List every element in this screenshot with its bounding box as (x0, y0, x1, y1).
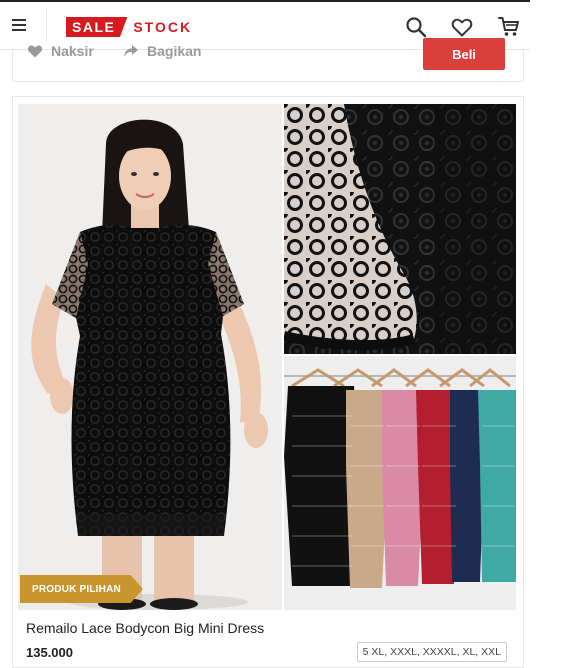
bagikan-label: Bagikan (147, 43, 202, 59)
header-divider (46, 8, 47, 44)
product-photo-collage[interactable]: PRODUK PILIHAN (18, 104, 516, 610)
search-icon[interactable] (404, 15, 428, 39)
product-price: 135.000 (26, 645, 73, 660)
product-card[interactable]: PRODUK PILIHAN Remailo Lace Bodycon Big … (12, 96, 524, 668)
dress-color-variants-photo (284, 356, 516, 610)
salestock-logo[interactable]: SALE STOCK (66, 17, 192, 37)
cart-icon[interactable] (497, 15, 521, 39)
heart-filled-icon (27, 45, 43, 58)
logo-sale-text: SALE (66, 17, 128, 37)
share-icon (124, 45, 138, 57)
lace-sleeve-closeup-photo (284, 104, 516, 354)
naksir-button[interactable]: Naksir (27, 43, 94, 59)
model-wearing-dress-photo (18, 104, 282, 610)
size-options-tag: 5 XL, XXXL, XXXXL, XL, XXL (356, 642, 507, 662)
previous-product-actions: Naksir Bagikan Beli (12, 38, 524, 82)
heart-icon[interactable] (450, 15, 474, 39)
bagikan-button[interactable]: Bagikan (123, 43, 201, 59)
product-name[interactable]: Remailo Lace Bodycon Big Mini Dress (26, 620, 264, 636)
logo-stock-text: STOCK (133, 19, 193, 35)
produk-pilihan-badge: PRODUK PILIHAN (20, 575, 143, 603)
menu-icon[interactable] (12, 19, 26, 31)
naksir-label: Naksir (51, 43, 94, 59)
beli-button[interactable]: Beli (423, 38, 505, 70)
